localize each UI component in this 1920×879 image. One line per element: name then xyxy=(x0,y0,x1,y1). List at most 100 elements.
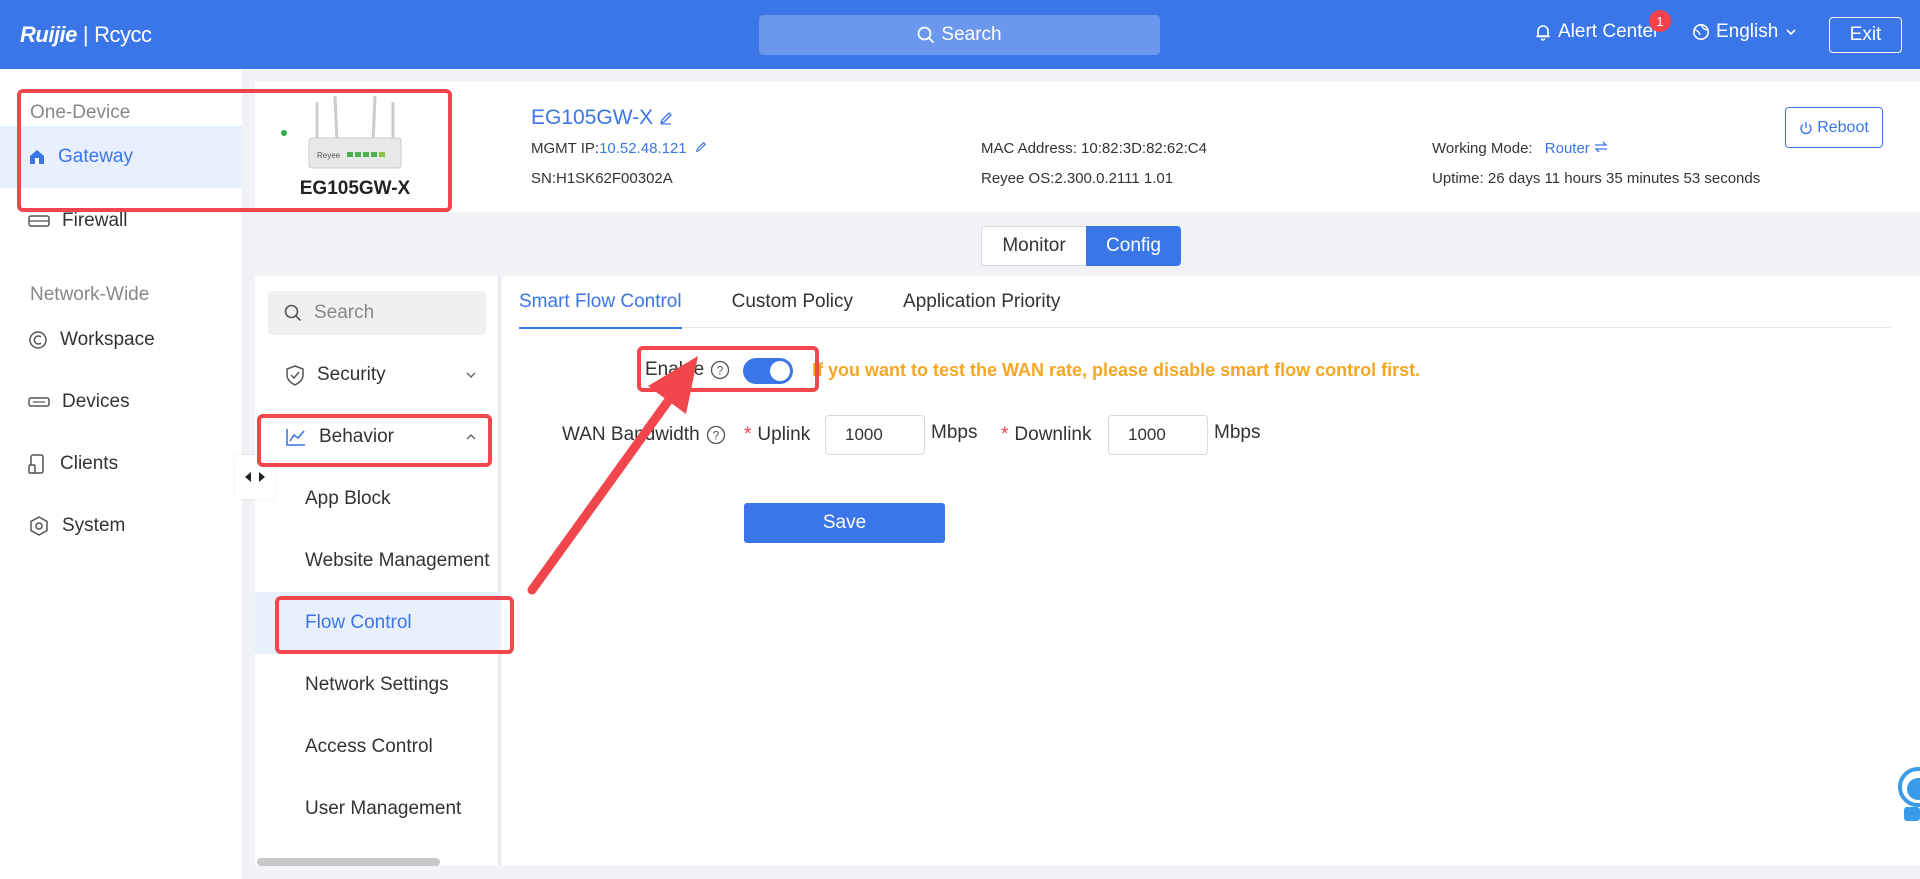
uplink-label: * Uplink xyxy=(744,424,810,446)
one-device-heading: One-Device xyxy=(30,102,131,123)
sidebar-item-devices[interactable]: Devices xyxy=(0,371,242,433)
sidebar-item-clients[interactable]: Clients xyxy=(0,433,242,495)
exit-button[interactable]: Exit xyxy=(1829,17,1902,53)
menu-item-network-settings[interactable]: Network Settings xyxy=(255,654,500,716)
brand-logo: Ruijie | Rcycc xyxy=(20,22,152,48)
assistant-icon[interactable] xyxy=(1894,763,1920,823)
device-image-brand: Reyee xyxy=(317,151,341,160)
enable-label-text: Enable xyxy=(645,359,705,380)
wan-bandwidth-text: WAN Bandwidth xyxy=(562,424,700,445)
working-mode-value[interactable]: Router xyxy=(1545,140,1590,157)
sidebar-item-workspace[interactable]: Workspace xyxy=(0,309,242,371)
search-label: Search xyxy=(941,24,1002,45)
caret-left-icon xyxy=(245,472,251,482)
sidebar-item-firewall[interactable]: Firewall xyxy=(0,190,242,252)
enable-label: Enable ? xyxy=(645,359,730,381)
logo-ruijie: Ruijie xyxy=(20,22,77,47)
edit-icon[interactable] xyxy=(659,111,673,125)
working-mode-label: Working Mode: xyxy=(1432,140,1533,157)
menu-item-flow-control[interactable]: Flow Control xyxy=(255,592,500,654)
working-mode-row: Working Mode: Router xyxy=(1432,140,1608,157)
flow-control-panel: Smart Flow Control Custom Policy Applica… xyxy=(502,276,1920,866)
sidebar-item-gateway[interactable]: Gateway xyxy=(0,126,242,188)
save-button[interactable]: Save xyxy=(744,503,945,543)
monitor-tab[interactable]: Monitor xyxy=(981,226,1086,266)
svg-text:?: ? xyxy=(712,429,719,443)
config-menu: Search Security Behavior App Block Websi… xyxy=(255,276,500,866)
home-icon xyxy=(30,150,44,164)
language-label: English xyxy=(1716,21,1779,42)
mgmt-ip-label: MGMT IP: xyxy=(531,140,600,157)
clients-icon xyxy=(28,454,44,474)
sidebar-collapse-toggle[interactable] xyxy=(235,455,275,499)
wan-bandwidth-label: WAN Bandwidth ? xyxy=(562,424,726,446)
downlink-label: * Downlink xyxy=(1001,424,1092,446)
sidebar-item-label: System xyxy=(62,515,126,536)
global-search[interactable]: Search xyxy=(759,15,1160,55)
devices-icon xyxy=(28,397,50,407)
menu-item-app-block[interactable]: App Block xyxy=(255,468,500,530)
uplink-input[interactable] xyxy=(825,415,925,455)
sidebar-item-label: Clients xyxy=(60,453,119,474)
chevron-down-icon xyxy=(1786,29,1796,36)
bell-icon xyxy=(1536,25,1550,41)
alert-center-button[interactable]: Alert Center xyxy=(1534,21,1659,43)
reboot-label: Reboot xyxy=(1817,118,1869,136)
tab-custom-policy[interactable]: Custom Policy xyxy=(732,276,853,328)
menu-item-user-management[interactable]: User Management xyxy=(255,778,500,840)
device-name-text: EG105GW-X xyxy=(531,106,654,129)
tab-application-priority[interactable]: Application Priority xyxy=(903,276,1060,328)
menu-search-placeholder: Search xyxy=(314,302,375,323)
mgmt-ip-row: MGMT IP:10.52.48.121 xyxy=(531,140,707,157)
network-wide-heading: Network-Wide xyxy=(30,284,150,305)
sidebar-item-label: Devices xyxy=(62,391,130,412)
help-icon[interactable]: ? xyxy=(706,425,726,445)
config-tab[interactable]: Config xyxy=(1086,226,1181,266)
search-icon xyxy=(284,304,302,322)
router-device-image: Reyee xyxy=(308,95,402,169)
logo-separator: | xyxy=(82,22,89,47)
menu-item-security[interactable]: Security xyxy=(255,344,500,406)
language-selector[interactable]: English xyxy=(1692,21,1798,43)
top-bar: Ruijie | Rcycc Search Alert Center 1 Engli… xyxy=(0,0,1920,69)
reboot-button[interactable]: Reboot xyxy=(1785,107,1883,148)
enable-switch[interactable] xyxy=(743,358,793,384)
downlink-unit: Mbps xyxy=(1214,422,1261,443)
shield-icon xyxy=(286,365,304,386)
firewall-icon xyxy=(28,215,50,227)
help-icon[interactable]: ? xyxy=(710,360,730,380)
search-icon xyxy=(917,26,935,44)
device-info-header: Reyee EG105GW-X EG105GW-X MGMT IP:10.52.… xyxy=(255,82,1920,212)
menu-item-website-management[interactable]: Website Management xyxy=(255,530,500,592)
switch-arrows-icon[interactable] xyxy=(1594,141,1608,153)
menu-item-access-control[interactable]: Access Control xyxy=(255,716,500,778)
tab-smart-flow-control[interactable]: Smart Flow Control xyxy=(519,276,682,329)
sidebar-item-label: Gateway xyxy=(58,146,133,167)
svg-text:?: ? xyxy=(717,364,724,378)
required-mark: * xyxy=(1001,424,1009,445)
uplink-label-text: Uplink xyxy=(757,424,811,445)
system-icon xyxy=(30,516,48,536)
downlink-label-text: Downlink xyxy=(1014,424,1092,445)
serial-number: SN:H1SK62F00302A xyxy=(531,170,673,187)
menu-item-behavior[interactable]: Behavior xyxy=(255,406,500,468)
device-name[interactable]: EG105GW-X xyxy=(531,106,673,130)
sidebar-item-label: Firewall xyxy=(62,210,128,231)
device-image-caption: EG105GW-X xyxy=(299,178,411,199)
menu-search-input[interactable]: Search xyxy=(268,291,486,335)
caret-right-icon xyxy=(259,472,265,482)
alert-count-badge: 1 xyxy=(1649,10,1671,32)
mac-address: MAC Address: 10:82:3D:82:62:C4 xyxy=(981,140,1207,157)
edit-icon[interactable] xyxy=(695,141,707,153)
chevron-up-icon xyxy=(466,434,476,440)
menu-item-label: Security xyxy=(317,364,386,385)
mgmt-ip-value[interactable]: 10.52.48.121 xyxy=(599,140,687,157)
mode-switch: Monitor Config xyxy=(981,226,1181,266)
chevron-down-icon xyxy=(466,372,476,378)
downlink-input[interactable] xyxy=(1108,415,1208,455)
uplink-unit: Mbps xyxy=(931,422,978,443)
scrollbar-thumb[interactable] xyxy=(257,858,440,866)
os-version: Reyee OS:2.300.0.2111 1.01 xyxy=(981,170,1174,187)
online-status-dot xyxy=(281,130,287,136)
sidebar-item-system[interactable]: System xyxy=(0,495,242,557)
